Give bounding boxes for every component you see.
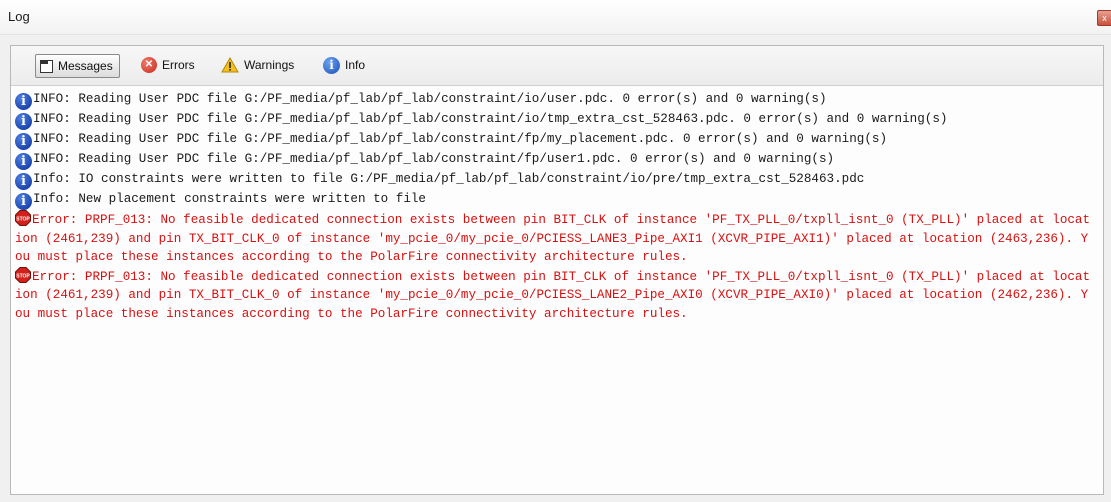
errors-filter-label: Errors <box>162 58 195 72</box>
log-line-text: Error: PRPF_013: No feasible dedicated c… <box>15 269 1091 321</box>
stop-icon: STOP <box>15 266 31 283</box>
warnings-filter-label: Warnings <box>244 58 295 72</box>
info-icon: i <box>15 133 32 150</box>
log-line: i INFO: Reading User PDC file G:/PF_media… <box>15 90 1095 110</box>
messages-filter-button[interactable]: Messages <box>35 54 120 78</box>
log-line: i Info: New placement constraints were wr… <box>15 190 1095 210</box>
log-line: i INFO: Reading User PDC file G:/PF_media… <box>15 110 1095 130</box>
log-line-text: INFO: Reading User PDC file G:/PF_media/… <box>33 132 887 146</box>
warning-icon <box>221 56 239 73</box>
log-line: i Info: IO constraints were written to fi… <box>15 170 1095 190</box>
info-filter-label: Info <box>345 58 366 72</box>
info-icon: i <box>15 173 32 190</box>
log-line-error: STOP Error: PRPF_013: No feasible dedicat… <box>15 266 1095 324</box>
info-filter-button[interactable]: i Info <box>323 54 365 76</box>
log-line-text: Error: PRPF_013: No feasible dedicated c… <box>15 213 1091 264</box>
title-bar: Log x <box>0 0 1111 35</box>
messages-filter-label: Messages <box>58 59 113 73</box>
log-line-text: Info: IO constraints were written to fil… <box>33 172 865 186</box>
info-icon: i <box>15 153 32 170</box>
svg-text:STOP: STOP <box>16 273 30 279</box>
log-line-text: INFO: Reading User PDC file G:/PF_media/… <box>33 152 835 166</box>
close-button[interactable]: x <box>1097 10 1111 26</box>
error-icon: ✕ <box>141 57 157 73</box>
log-line: i INFO: Reading User PDC file G:/PF_media… <box>15 150 1095 170</box>
log-output: i INFO: Reading User PDC file G:/PF_media… <box>15 90 1095 490</box>
errors-filter-button[interactable]: ✕ Errors <box>141 54 195 76</box>
stop-icon: STOP <box>15 210 31 226</box>
info-icon: i <box>15 93 32 110</box>
info-icon: i <box>323 56 340 74</box>
list-icon <box>40 59 53 73</box>
log-panel: Messages ✕ Errors Warnings i Info i INFO:… <box>10 45 1104 495</box>
window-title: Log <box>8 9 30 24</box>
warnings-filter-button[interactable]: Warnings <box>221 54 294 76</box>
log-line-error: STOP Error: PRPF_013: No feasible dedicat… <box>15 210 1095 267</box>
log-line-text: INFO: Reading User PDC file G:/PF_media/… <box>33 92 827 106</box>
log-line: i INFO: Reading User PDC file G:/PF_media… <box>15 130 1095 150</box>
info-icon: i <box>15 113 32 130</box>
log-line-text: INFO: Reading User PDC file G:/PF_media/… <box>33 112 948 126</box>
log-filter-toolbar: Messages ✕ Errors Warnings i Info <box>11 46 1103 86</box>
log-line-text: Info: New placement constraints were wri… <box>33 192 426 206</box>
svg-text:STOP: STOP <box>16 217 30 223</box>
info-icon: i <box>15 193 32 210</box>
